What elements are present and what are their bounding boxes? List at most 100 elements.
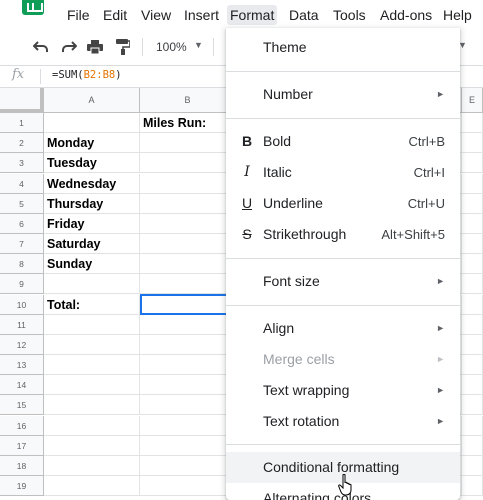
cell-a6[interactable]: Friday (44, 214, 140, 234)
menu-item-strikethrough[interactable]: S Strikethrough Alt+Shift+5 (226, 219, 460, 250)
row-header[interactable]: 15 (0, 395, 44, 415)
row-header[interactable]: 2 (0, 133, 44, 153)
cell-b1[interactable]: Miles Run: (140, 113, 236, 133)
row-header[interactable]: 4 (0, 174, 44, 194)
zoom-select[interactable]: 100% (156, 38, 187, 56)
grid-cell[interactable] (140, 335, 236, 355)
menu-edit[interactable]: Edit (100, 5, 130, 25)
grid-cell[interactable] (462, 335, 483, 355)
paint-format-icon[interactable] (113, 37, 133, 57)
row-header[interactable]: 14 (0, 375, 44, 395)
menu-item-text-rotation[interactable]: Text rotation ► (226, 406, 460, 437)
grid-cell[interactable] (140, 355, 236, 375)
grid-cell[interactable] (44, 113, 140, 133)
grid-cell[interactable] (462, 113, 483, 133)
grid-cell[interactable] (462, 174, 483, 194)
column-header-b[interactable]: B (140, 88, 236, 113)
redo-icon[interactable] (59, 37, 79, 57)
menu-file[interactable]: File (64, 5, 93, 25)
column-header-a[interactable]: A (44, 88, 140, 113)
menu-data[interactable]: Data (286, 5, 322, 25)
grid-cell[interactable] (140, 133, 236, 153)
row-header[interactable]: 17 (0, 436, 44, 456)
menu-format[interactable]: Format (227, 5, 278, 25)
menu-item-bold[interactable]: B Bold Ctrl+B (226, 126, 460, 157)
grid-cell[interactable] (462, 133, 483, 153)
grid-cell[interactable] (44, 456, 140, 476)
select-all-corner[interactable] (0, 88, 44, 113)
row-header[interactable]: 7 (0, 234, 44, 254)
grid-cell[interactable] (140, 416, 236, 436)
cell-a2[interactable]: Monday (44, 133, 140, 153)
grid-cell[interactable] (44, 375, 140, 395)
menu-item-underline[interactable]: U Underline Ctrl+U (226, 188, 460, 219)
cell-a10[interactable]: Total: (44, 295, 140, 315)
grid-cell[interactable] (462, 355, 483, 375)
row-header[interactable]: 16 (0, 416, 44, 436)
grid-cell[interactable] (140, 194, 236, 214)
grid-cell[interactable] (462, 315, 483, 335)
row-header[interactable]: 12 (0, 335, 44, 355)
grid-cell[interactable] (44, 335, 140, 355)
menu-help[interactable]: Help (440, 5, 475, 25)
grid-cell[interactable] (140, 274, 236, 294)
grid-cell[interactable] (140, 456, 236, 476)
grid-cell[interactable] (462, 254, 483, 274)
grid-cell[interactable] (462, 456, 483, 476)
row-header[interactable]: 6 (0, 214, 44, 234)
grid-cell[interactable] (140, 234, 236, 254)
cell-a7[interactable]: Saturday (44, 234, 140, 254)
menu-addons[interactable]: Add-ons (377, 5, 435, 25)
cell-a4[interactable]: Wednesday (44, 174, 140, 194)
grid-cell[interactable] (140, 315, 236, 335)
row-header[interactable]: 8 (0, 254, 44, 274)
row-header[interactable]: 9 (0, 274, 44, 294)
grid-cell[interactable] (44, 274, 140, 294)
grid-cell[interactable] (140, 395, 236, 415)
menu-item-theme[interactable]: Theme (226, 32, 460, 63)
row-header[interactable]: 18 (0, 456, 44, 476)
row-header[interactable]: 1 (0, 113, 44, 133)
grid-cell[interactable] (140, 476, 236, 496)
grid-cell[interactable] (44, 416, 140, 436)
formula-input[interactable]: =SUM(B2:B8) (52, 69, 122, 81)
grid-cell[interactable] (462, 214, 483, 234)
row-header[interactable]: 10 (0, 295, 44, 315)
grid-cell[interactable] (140, 153, 236, 173)
cell-a8[interactable]: Sunday (44, 254, 140, 274)
grid-cell[interactable] (44, 315, 140, 335)
menu-item-align[interactable]: Align ► (226, 313, 460, 344)
print-icon[interactable] (85, 37, 105, 57)
sheets-logo-icon[interactable] (22, 0, 44, 15)
menu-view[interactable]: View (138, 5, 174, 25)
grid-cell[interactable] (462, 194, 483, 214)
grid-cell[interactable] (140, 375, 236, 395)
grid-cell[interactable] (462, 153, 483, 173)
menu-insert[interactable]: Insert (181, 5, 222, 25)
grid-cell[interactable] (462, 234, 483, 254)
row-header[interactable]: 3 (0, 153, 44, 173)
row-header[interactable]: 11 (0, 315, 44, 335)
selected-cell-b10[interactable] (140, 294, 236, 315)
cell-a5[interactable]: Thursday (44, 194, 140, 214)
row-header[interactable]: 5 (0, 194, 44, 214)
grid-cell[interactable] (462, 274, 483, 294)
grid-cell[interactable] (140, 174, 236, 194)
row-header[interactable]: 13 (0, 355, 44, 375)
menu-item-number[interactable]: Number ► (226, 79, 460, 110)
menu-item-text-wrapping[interactable]: Text wrapping ► (226, 375, 460, 406)
menu-item-font-size[interactable]: Font size ► (226, 266, 460, 297)
grid-cell[interactable] (462, 436, 483, 456)
grid-cell[interactable] (44, 436, 140, 456)
menu-tools[interactable]: Tools (330, 5, 369, 25)
grid-cell[interactable] (462, 295, 483, 315)
grid-cell[interactable] (44, 476, 140, 496)
undo-icon[interactable] (31, 37, 51, 57)
grid-cell[interactable] (140, 214, 236, 234)
column-header-e[interactable]: E (462, 88, 483, 113)
zoom-caret-icon[interactable]: ▼ (194, 40, 203, 50)
grid-cell[interactable] (462, 476, 483, 496)
row-header[interactable]: 19 (0, 476, 44, 496)
grid-cell[interactable] (462, 395, 483, 415)
grid-cell[interactable] (44, 355, 140, 375)
